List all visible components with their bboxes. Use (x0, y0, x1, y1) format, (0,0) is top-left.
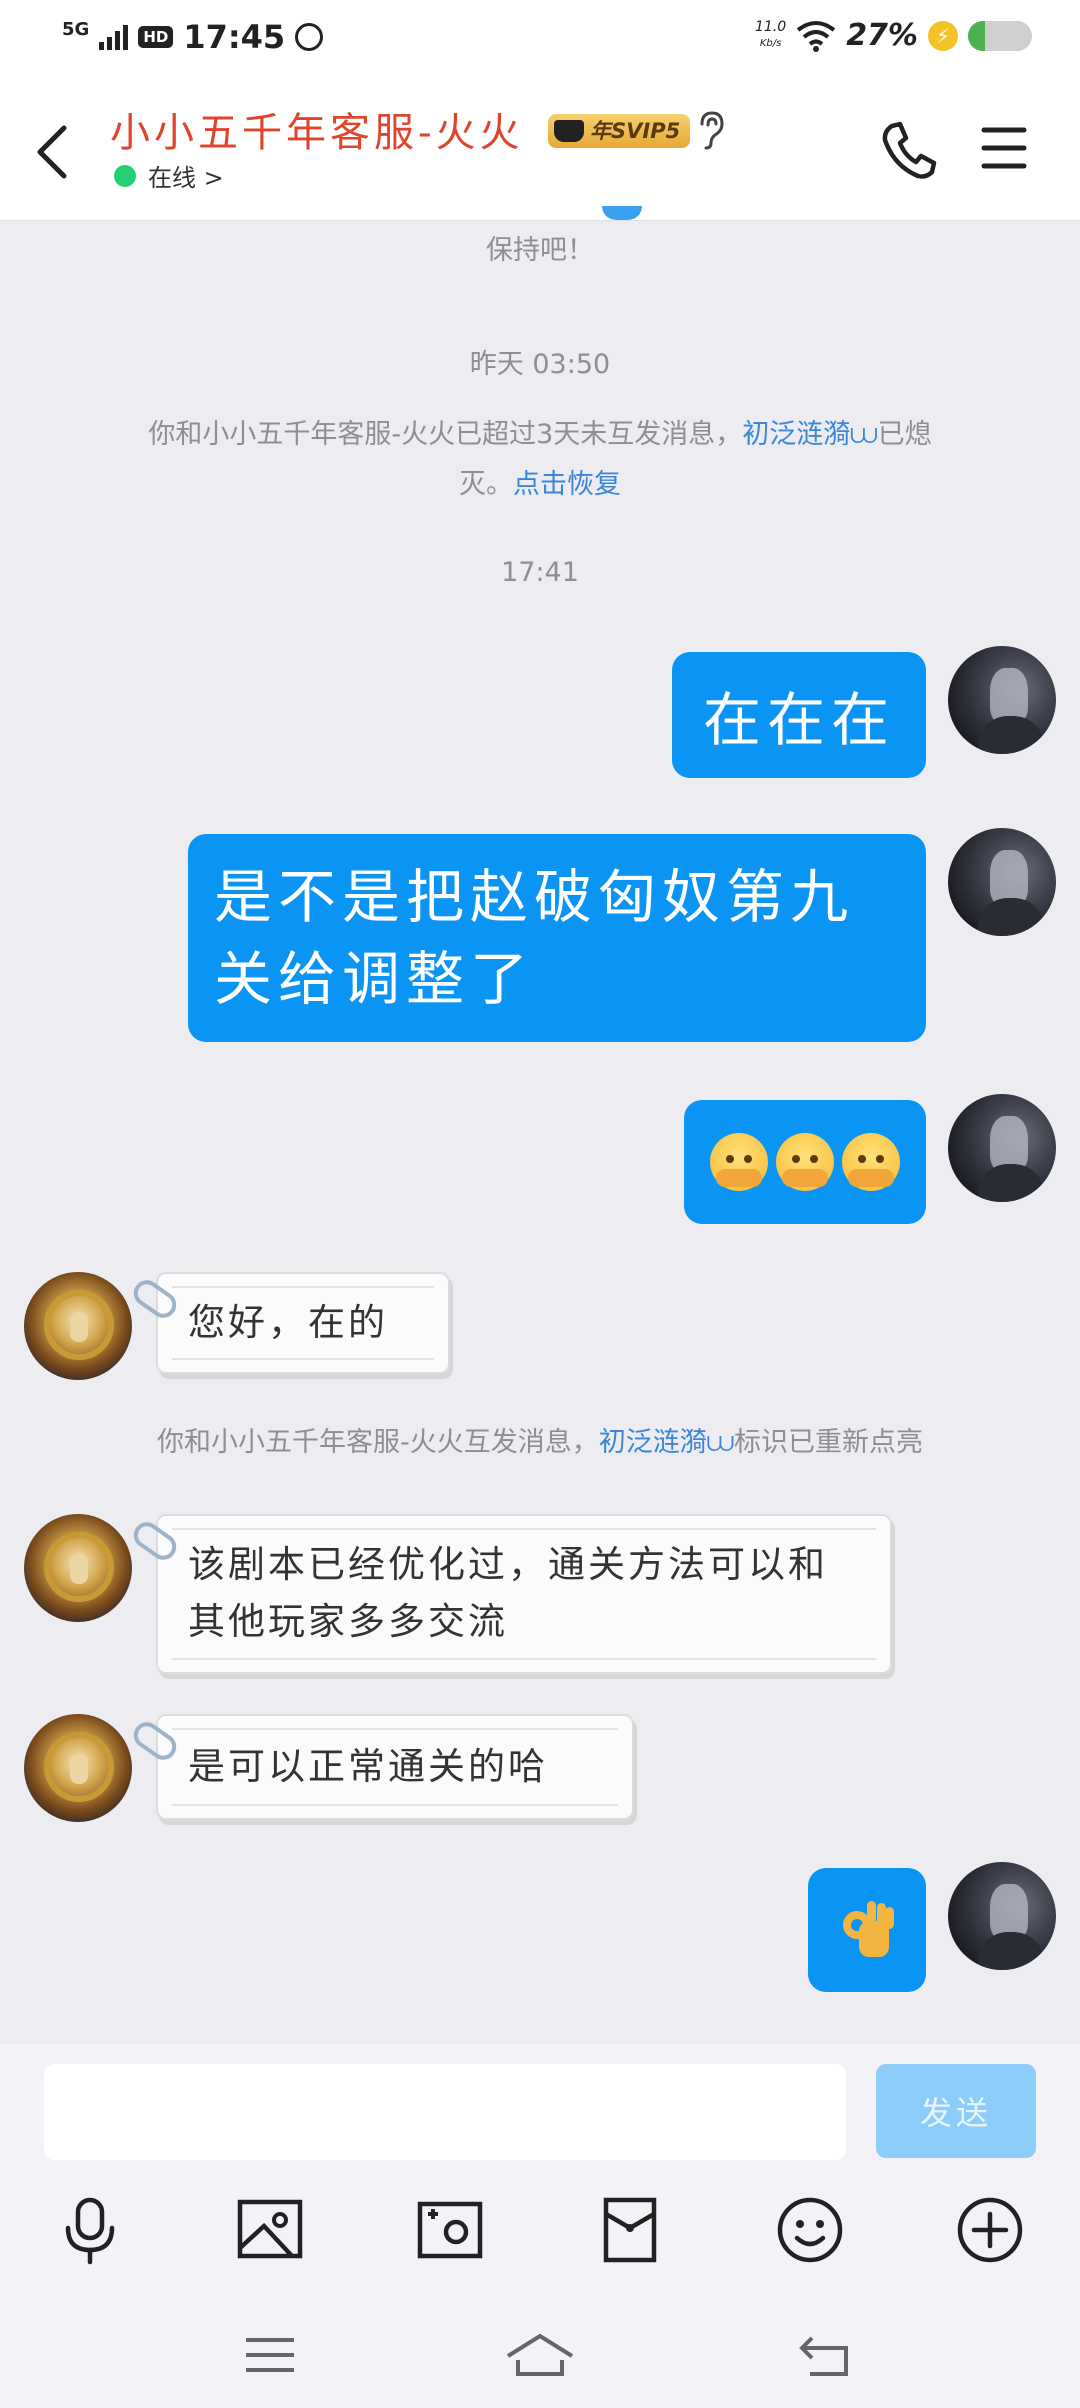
message-bubble-incoming[interactable]: 您好，在的 (156, 1272, 450, 1374)
streak-link[interactable]: 初泛涟漪 (599, 1427, 707, 1458)
red-packet-icon[interactable] (590, 2190, 670, 2270)
notice-text: 灭。 (459, 469, 513, 500)
battery-percent: 27% (846, 18, 918, 53)
timestamp: 17:41 (501, 557, 579, 588)
net-speed-value: 11.0 (755, 19, 787, 35)
notice-text: 你和小小五千年客服-火火互发消息， (156, 1427, 599, 1458)
notice-text: 标识已重新点亮 (734, 1427, 924, 1458)
ripple-icon: ⩊ (706, 1427, 735, 1458)
clock: 17:45 (183, 18, 286, 56)
camera-icon[interactable] (410, 2190, 490, 2270)
status-bar: 5G HD 17:45 11.0 Kb/s 27% ⚡ (0, 0, 1080, 80)
hug-emoji-icon (842, 1133, 900, 1191)
phone-call-button[interactable] (880, 120, 938, 182)
battery-icon (968, 20, 1032, 51)
battery-fill (968, 20, 986, 51)
message-bubble-outgoing[interactable] (684, 1100, 926, 1224)
support-avatar[interactable] (24, 1514, 132, 1622)
online-status-label: 在线 > (148, 164, 224, 192)
menu-button[interactable] (980, 124, 1028, 172)
support-avatar[interactable] (24, 1272, 132, 1380)
notification-icon (295, 23, 324, 51)
ear-icon[interactable] (694, 110, 728, 150)
my-avatar[interactable] (948, 646, 1056, 754)
streak-notice: 你和小小五千年客服-火火已超过3天未互发消息，初泛涟漪⩊已熄 灭。点击恢复 (60, 410, 1020, 510)
message-bubble-incoming[interactable]: 是可以正常通关的哈 (156, 1714, 634, 1820)
ok-hand-emoji-icon (841, 1901, 894, 1959)
online-status[interactable]: 在线 > (114, 158, 224, 193)
system-nav-bar (0, 2300, 1080, 2408)
back-button[interactable] (30, 122, 80, 182)
message-bubble-outgoing[interactable]: 是不是把赵破匈奴第九关给调整了 (188, 834, 926, 1042)
hug-emoji-icon (776, 1133, 834, 1191)
net-speed-unit: Kb/s (759, 38, 782, 49)
image-icon[interactable] (230, 2190, 310, 2270)
streak-link[interactable]: 初泛涟漪 (742, 419, 850, 450)
network-type: 5G (62, 18, 90, 40)
microphone-icon[interactable] (50, 2190, 130, 2270)
plus-icon[interactable] (950, 2190, 1030, 2270)
streak-notice: 你和小小五千年客服-火火互发消息，初泛涟漪⩊标识已重新点亮 (40, 1418, 1040, 1468)
charging-icon: ⚡ (928, 20, 958, 51)
support-avatar[interactable] (24, 1714, 132, 1822)
timestamp: 昨天 03:50 (469, 349, 611, 380)
home-icon[interactable] (504, 2330, 576, 2380)
my-avatar[interactable] (948, 1094, 1056, 1202)
signal-icon (99, 24, 129, 50)
online-dot-icon (114, 164, 136, 187)
message-bubble-incoming[interactable]: 该剧本已经优化过，通关方法可以和其他玩家多多交流 (156, 1514, 892, 1674)
hd-icon: HD (138, 26, 174, 48)
restore-link[interactable]: 点击恢复 (513, 469, 621, 500)
emoji-icon[interactable] (770, 2190, 850, 2270)
my-avatar[interactable] (948, 1862, 1056, 1970)
message-bubble-outgoing[interactable] (808, 1868, 926, 1992)
ripple-icon: ⩊ (850, 419, 878, 450)
crown-icon (554, 120, 584, 142)
wifi-icon (796, 20, 836, 52)
message-bubble-outgoing[interactable]: 在在在 (672, 652, 926, 778)
svip-label: 年SVIP5 (590, 119, 681, 143)
hug-emoji-icon (710, 1133, 768, 1191)
notice-text: 你和小小五千年客服-火火已超过3天未互发消息， (148, 419, 743, 450)
recent-apps-icon[interactable] (240, 2330, 300, 2380)
chat-header: 小小五千年客服-火火 年SVIP5 在线 > (0, 80, 1080, 221)
contact-name[interactable]: 小小五千年客服-火火 (110, 100, 524, 158)
previous-message-tail: 保持吧！ (486, 235, 594, 266)
notice-text: 已熄 (877, 419, 932, 450)
my-avatar[interactable] (948, 828, 1056, 936)
net-speed: 11.0 Kb/s (755, 20, 786, 51)
message-input[interactable] (44, 2064, 846, 2160)
svip-badge[interactable]: 年SVIP5 (548, 114, 691, 148)
send-button[interactable]: 发送 (876, 2064, 1036, 2158)
back-nav-icon[interactable] (796, 2330, 856, 2380)
